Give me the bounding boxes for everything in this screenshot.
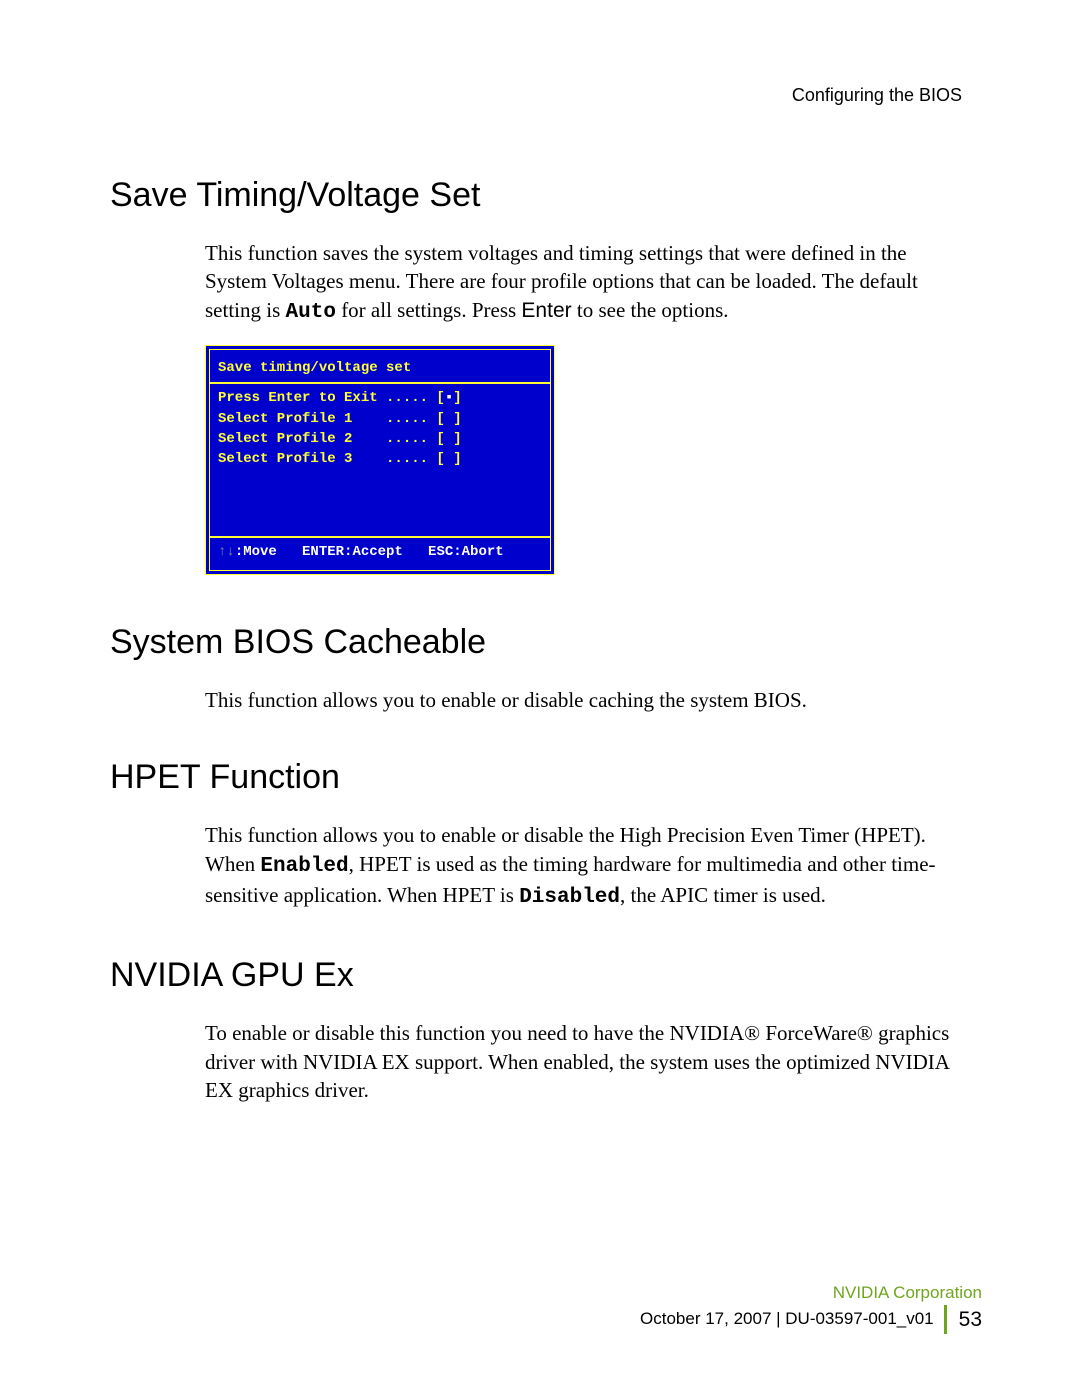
page-header-section: Configuring the BIOS bbox=[110, 85, 962, 106]
section-title-nvidia-gpu-ex: NVIDIA GPU Ex bbox=[110, 956, 970, 995]
text-seg: to see the options. bbox=[572, 298, 729, 322]
para-nvidia-gpu-ex: To enable or disable this function you n… bbox=[205, 1019, 970, 1104]
page-footer: NVIDIA Corporation October 17, 2007 | DU… bbox=[640, 1281, 982, 1334]
bios-divider bbox=[210, 383, 550, 384]
bios-divider bbox=[210, 537, 550, 538]
footer-page-number: 53 bbox=[944, 1305, 982, 1334]
section-title-save-timing: Save Timing/Voltage Set bbox=[110, 176, 970, 215]
text-enabled: Enabled bbox=[260, 855, 348, 878]
text-auto: Auto bbox=[286, 301, 336, 324]
text: Press Enter to Exit ..... [ bbox=[218, 390, 445, 406]
bios-option-profile-2[interactable]: Select Profile 2 ..... [ ] bbox=[210, 429, 550, 449]
bios-spacer bbox=[210, 470, 550, 532]
bios-title: Save timing/voltage set bbox=[210, 350, 550, 378]
footer-date: October 17, 2007 | DU-03597-001_v01 bbox=[640, 1307, 934, 1331]
arrows-icon: ↑↓ bbox=[218, 544, 235, 560]
section-title-bios-cacheable: System BIOS Cacheable bbox=[110, 623, 970, 662]
para-hpet: This function allows you to enable or di… bbox=[205, 821, 970, 912]
bios-option-profile-1[interactable]: Select Profile 1 ..... [ ] bbox=[210, 409, 550, 429]
bios-option-exit[interactable]: Press Enter to Exit ..... [▪] bbox=[210, 388, 550, 408]
bios-dialog: Save timing/voltage set Press Enter to E… bbox=[205, 345, 555, 575]
text-seg: for all settings. Press bbox=[336, 298, 521, 322]
text-seg: , the APIC timer is used. bbox=[620, 883, 826, 907]
text-enter: Enter bbox=[521, 299, 571, 322]
section-title-hpet: HPET Function bbox=[110, 758, 970, 797]
para-bios-cacheable: This function allows you to enable or di… bbox=[205, 686, 970, 714]
footer-corp: NVIDIA Corporation bbox=[640, 1281, 982, 1305]
para-save-timing: This function saves the system voltages … bbox=[205, 239, 970, 327]
bios-option-profile-3[interactable]: Select Profile 3 ..... [ ] bbox=[210, 449, 550, 469]
marker-icon: ▪ bbox=[445, 390, 453, 406]
bios-footer: ↑↓:Move ENTER:Accept ESC:Abort bbox=[210, 542, 550, 570]
text: ENTER:Accept ESC:Abort bbox=[302, 544, 504, 560]
text-disabled: Disabled bbox=[519, 886, 620, 909]
text: :Move bbox=[235, 544, 302, 560]
text: ] bbox=[453, 390, 461, 406]
